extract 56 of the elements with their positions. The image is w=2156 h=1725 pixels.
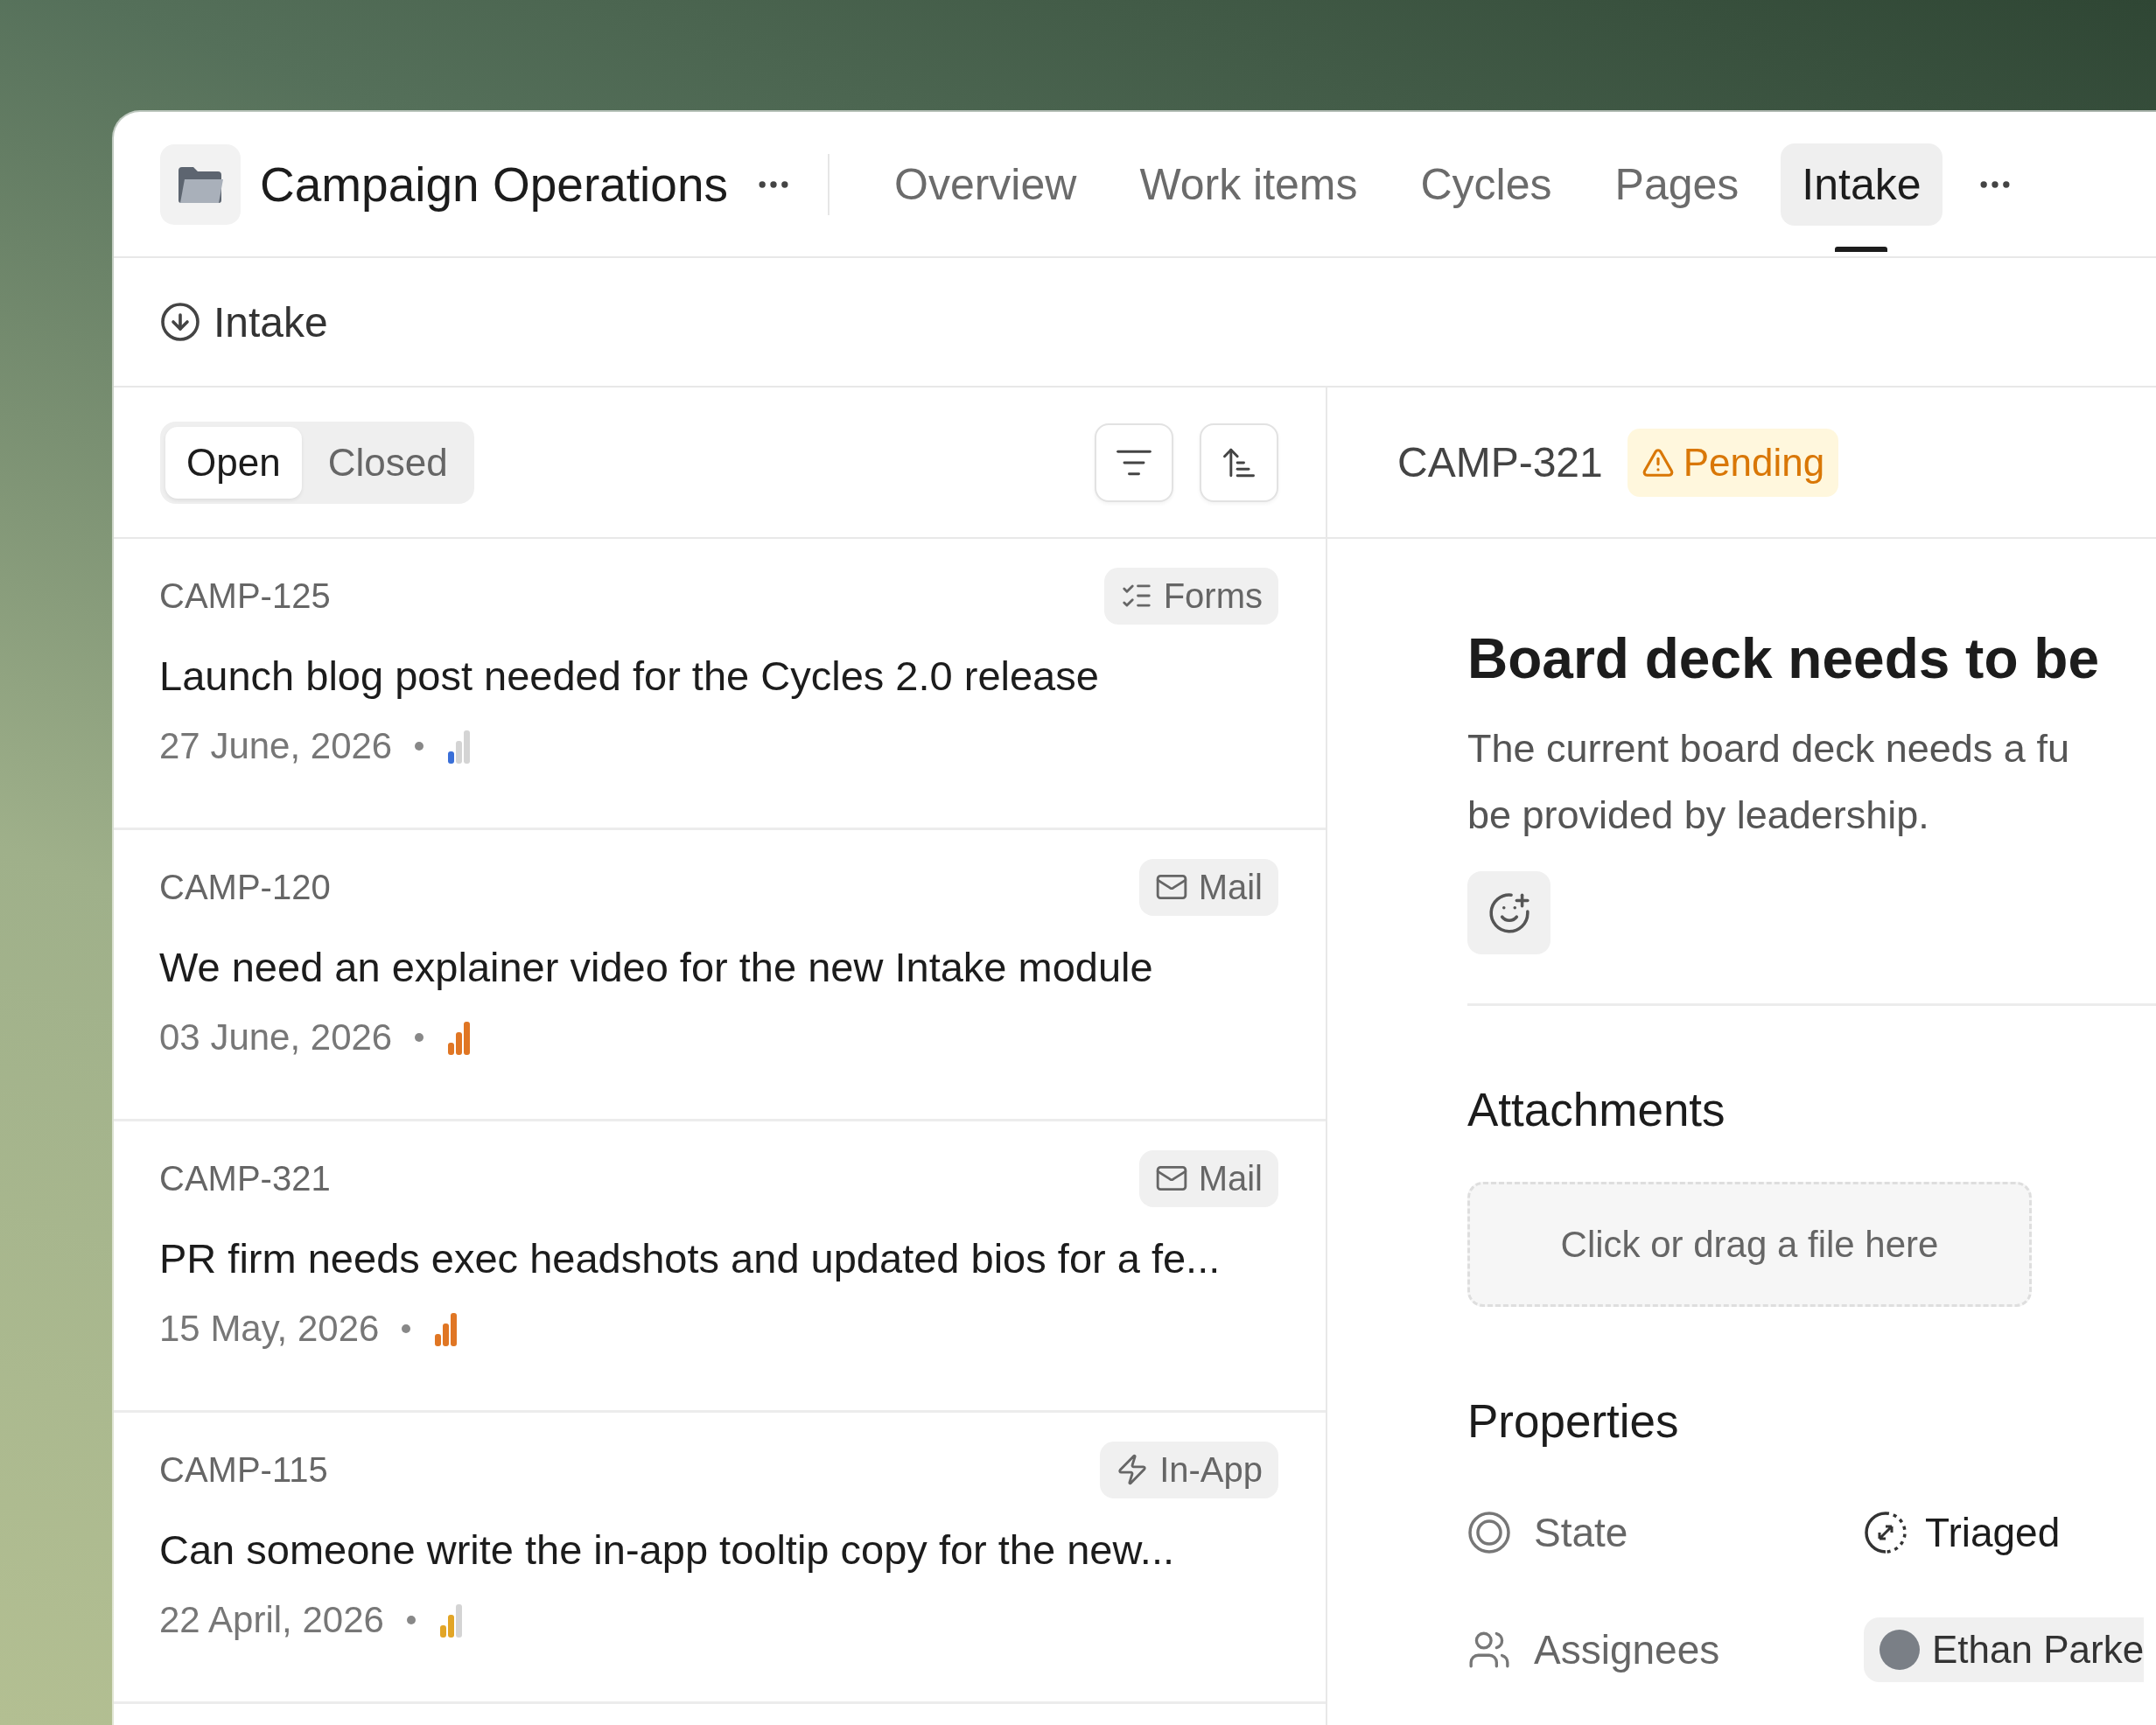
detail-id: CAMP-321 bbox=[1397, 438, 1603, 486]
description-line: be provided by leadership. bbox=[1467, 792, 1930, 839]
toggle-option[interactable]: Open bbox=[165, 426, 302, 499]
add-reaction-button[interactable] bbox=[1467, 871, 1550, 954]
separator-dot bbox=[402, 1324, 411, 1334]
status-badge: Pending bbox=[1627, 428, 1839, 497]
separator-dot bbox=[406, 1616, 416, 1625]
item-date: 15 May, 2026 bbox=[159, 1308, 380, 1351]
nav-tab[interactable]: Pages bbox=[1593, 143, 1760, 226]
item-date: 27 June, 2026 bbox=[159, 725, 393, 768]
page-title: Intake bbox=[214, 297, 328, 346]
state-value[interactable]: Triaged bbox=[1925, 1509, 2061, 1556]
sort-button[interactable] bbox=[1200, 423, 1278, 502]
priority-empty-bars bbox=[456, 730, 471, 765]
item-date: 03 June, 2026 bbox=[159, 1016, 393, 1059]
dashed-circle-arrows-icon bbox=[1864, 1511, 1908, 1554]
source-tag: Mail bbox=[1138, 858, 1278, 916]
intake-item[interactable]: CAMP-321 Mail PR firm needs exec headshots and updated bios for a fe... 15 May, 2026 bbox=[114, 1121, 1326, 1413]
detail-title: Board deck needs to be bbox=[1467, 626, 2100, 691]
item-id: CAMP-321 bbox=[159, 1158, 331, 1198]
item-id: CAMP-115 bbox=[159, 1449, 328, 1490]
nav-tab[interactable]: Work items bbox=[1118, 143, 1379, 226]
concentric-circles-icon bbox=[1467, 1511, 1511, 1554]
item-date: 22 April, 2026 bbox=[159, 1599, 384, 1642]
assignee-chip[interactable]: Ethan Parke bbox=[1864, 1617, 2145, 1682]
nav-tab[interactable]: Cycles bbox=[1399, 143, 1573, 226]
separator-dot bbox=[415, 742, 424, 751]
intake-item[interactable]: CAMP-120 Mail We need an explainer video for the new Intake module 03 June, 2026 bbox=[114, 830, 1326, 1121]
priority-empty-bars bbox=[455, 1604, 462, 1638]
property-label: Assignees bbox=[1534, 1626, 1720, 1673]
section-title: Properties bbox=[1467, 1394, 1680, 1448]
item-title: Launch blog post needed for the Cycles 2.0 release bbox=[159, 652, 1100, 701]
section-title: Attachments bbox=[1467, 1083, 1726, 1136]
property-label: State bbox=[1534, 1509, 1628, 1556]
source-tag: Forms bbox=[1103, 567, 1278, 625]
separator-dot bbox=[415, 1033, 424, 1043]
description-line: The current board deck needs a fu bbox=[1467, 725, 2070, 772]
intake-icon bbox=[159, 301, 201, 343]
source-tag: Mail bbox=[1138, 1149, 1278, 1207]
item-id: CAMP-120 bbox=[159, 867, 331, 907]
smiley-plus-icon bbox=[1487, 890, 1531, 935]
nav-tab[interactable]: Intake bbox=[1781, 143, 1942, 226]
project-title: Campaign Operations bbox=[260, 156, 728, 213]
file-dropzone[interactable]: Click or drag a file here bbox=[1467, 1182, 2032, 1307]
avatar bbox=[1880, 1630, 1920, 1670]
item-title: PR firm needs exec headshots and updated bios for a fe... bbox=[159, 1234, 1222, 1283]
item-title: We need an explainer video for the new Intake module bbox=[159, 943, 1154, 992]
nav-tab[interactable]: Overview bbox=[873, 143, 1098, 226]
item-title: Can someone write the in-app tooltip copy for the new... bbox=[159, 1526, 1175, 1575]
intake-item[interactable]: CAMP-125 Forms Launch blog post needed for the Cycles 2.0 release 27 June, 2026 bbox=[114, 539, 1326, 830]
filter-button[interactable] bbox=[1095, 423, 1173, 502]
toggle-option[interactable]: Closed bbox=[306, 426, 469, 499]
intake-item[interactable]: CAMP-115 In-App Can someone write the in-app tooltip copy for the new... 22 April, 2026 bbox=[114, 1413, 1326, 1704]
active-tab-underline bbox=[1835, 246, 1888, 252]
source-tag: In-App bbox=[1100, 1441, 1278, 1498]
item-id: CAMP-125 bbox=[159, 576, 331, 616]
